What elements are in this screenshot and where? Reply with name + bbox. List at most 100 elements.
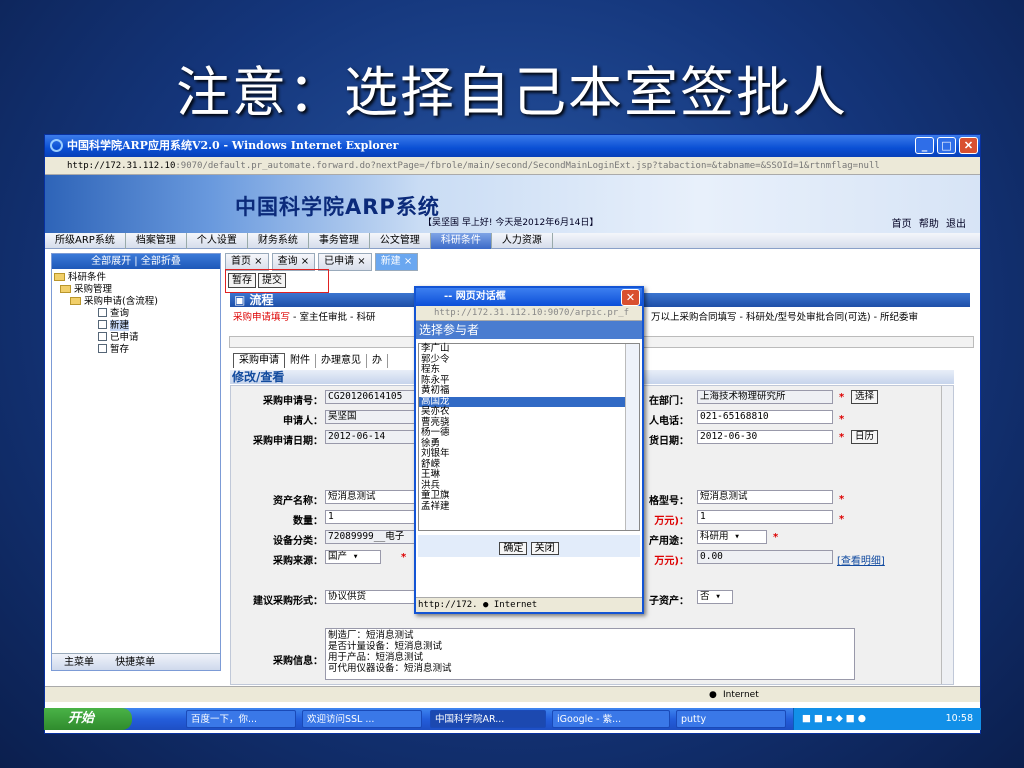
list-item[interactable]: 徐勇 (419, 438, 639, 450)
list-scrollbar[interactable] (625, 344, 639, 530)
list-item[interactable]: 王琳 (419, 469, 639, 481)
menu-item[interactable]: 公文管理 (370, 233, 431, 249)
status-zone: Internet (723, 690, 759, 700)
taskbar-item[interactable]: 百度一下，你... (186, 710, 296, 728)
tree-item[interactable]: 已申请 (54, 332, 220, 344)
purchase-info-textarea[interactable]: 制造厂：短消息测试 是否计量设备：短消息测试 用于产品：短消息测试 可代用仪器设备：短… (325, 628, 855, 680)
taskbar-item-active[interactable]: 中国科学院AR... (430, 710, 546, 728)
list-item[interactable]: 刘银年 (419, 448, 639, 460)
taskbar-item[interactable]: putty (676, 710, 786, 728)
close-button[interactable]: ✕ (959, 137, 978, 154)
participant-list[interactable]: 李广山 郭少令 程东 陈永平 黄初福 高国龙 吴亦农 曹亮骁 杨一德 徐勇 刘银… (418, 343, 640, 531)
applicant-label: 申请人： (283, 416, 323, 427)
list-item[interactable]: 舒嵘 (419, 459, 639, 471)
menu-switch: 主菜单 快捷菜单 (52, 653, 220, 670)
maximize-button[interactable]: □ (937, 137, 956, 154)
list-item[interactable]: 黄初福 (419, 385, 639, 397)
list-item[interactable]: 洪兵 (419, 480, 639, 492)
list-item[interactable]: 李广山 (419, 343, 639, 355)
dialog-close-button[interactable]: 关闭 (530, 542, 559, 555)
method-select[interactable]: 协议供货 (325, 590, 415, 604)
tree-item[interactable]: 暂存 (54, 344, 220, 356)
window-titlebar[interactable]: 中国科学院ARP应用系统V2.0 - Windows Internet Expl… (45, 135, 980, 157)
list-item[interactable]: 童卫旗 (419, 490, 639, 502)
phone-field[interactable]: 021-65168810 (697, 410, 833, 424)
form-scrollbar[interactable] (941, 386, 953, 684)
apply-no-field: CG20120614105 (325, 390, 415, 404)
required-mark: * (839, 432, 845, 443)
save-draft-button[interactable]: 暂存 (228, 273, 256, 288)
dialog-close-icon[interactable]: ✕ (621, 289, 640, 306)
slide-title: 注意：选择自己本室签批人 (176, 61, 848, 124)
easset-select[interactable]: 否 ▾ (697, 590, 733, 604)
asset-label: 资产名称： (273, 496, 323, 507)
list-item-selected[interactable]: 高国龙 (419, 396, 639, 407)
dialog-status: http://172. ● Internet (416, 597, 642, 612)
list-item[interactable]: 曹亮骁 (419, 417, 639, 429)
main-menu-tab[interactable]: 主菜单 (64, 657, 94, 668)
left-nav: 全部展开 | 全部折叠 科研条件 采购管理 采购申请(含流程) 查询 新建 已申… (51, 253, 221, 671)
list-item[interactable]: 陈永平 (419, 375, 639, 387)
menu-item[interactable]: 事务管理 (309, 233, 370, 249)
dialog-buttons: 确定 关闭 (418, 535, 640, 557)
list-item[interactable]: 郭少令 (419, 354, 639, 366)
menu-item[interactable]: 人力资源 (492, 233, 553, 249)
tray-icons[interactable]: ■ ■ ▪ ◆ ■ ● (802, 713, 866, 724)
list-item[interactable]: 孟祥建 (419, 501, 639, 513)
amount-field[interactable]: 1 (697, 510, 833, 524)
tree-item[interactable]: 采购管理 (54, 284, 220, 296)
tree-item[interactable]: 采购申请(含流程) (54, 296, 220, 308)
required-mark: * (401, 552, 407, 563)
total-field: 0.00 (697, 550, 833, 564)
tab-new[interactable]: 新建 × (374, 253, 419, 271)
calendar-button[interactable]: 日历 (851, 430, 879, 444)
page-tabs: 首页 × 查询 × 已申请 × 新建 × (225, 253, 976, 271)
dialog-title[interactable]: -- 网页对话框 (416, 288, 642, 306)
user-greeting: 【吴坚国 早上好! 今天是2012年6月14日】 (423, 218, 599, 228)
list-item[interactable]: 杨一德 (419, 427, 639, 439)
menu-item[interactable]: 财务系统 (248, 233, 309, 249)
expand-collapse[interactable]: 全部展开 | 全部折叠 (52, 254, 220, 269)
menu-item[interactable]: 档案管理 (126, 233, 187, 249)
qty-field[interactable]: 1 (325, 510, 415, 524)
tab-purchase-apply[interactable]: 采购申请 (233, 353, 285, 368)
quick-menu-tab[interactable]: 快捷菜单 (115, 657, 155, 668)
address-host: http://172.31.112.10 (67, 161, 176, 171)
address-bar[interactable]: http://172.31.112.10:9070/default.pr_aut… (45, 157, 980, 175)
start-button[interactable]: 开始 (44, 708, 132, 730)
tab-attachments[interactable]: 附件 (285, 354, 316, 368)
tab-opinions[interactable]: 办理意见 (316, 354, 367, 368)
apply-date-field: 2012-06-14 (325, 430, 415, 444)
tab-more[interactable]: 办 (367, 354, 388, 368)
source-select[interactable]: 国产 ▾ (325, 550, 381, 564)
select-dept-button[interactable]: 选择 (851, 390, 879, 404)
category-field[interactable]: 72089999__电子 (325, 530, 415, 544)
delivery-date-field[interactable]: 2012-06-30 (697, 430, 833, 444)
tree-item[interactable]: 科研条件 (54, 272, 220, 284)
required-mark: * (839, 414, 845, 425)
minimize-button[interactable]: _ (915, 137, 934, 154)
submit-button[interactable]: 提交 (258, 273, 286, 288)
header-links[interactable]: 首页 帮助 退出 (892, 215, 966, 230)
taskbar-item[interactable]: 欢迎访问SSL ... (302, 710, 422, 728)
system-tray: ■ ■ ▪ ◆ ■ ● 10:58 (793, 708, 981, 730)
ie-logo-icon (50, 139, 63, 152)
asset-field[interactable]: 短消息测试 (325, 490, 415, 504)
usage-select[interactable]: 科研用 ▾ (697, 530, 767, 544)
folder-icon (54, 273, 65, 281)
menu-item[interactable]: 个人设置 (187, 233, 248, 249)
tree-item-selected[interactable]: 新建 (54, 320, 220, 332)
menu-item[interactable]: 所级ARP系统 (45, 233, 126, 249)
nav-tree: 科研条件 采购管理 采购申请(含流程) 查询 新建 已申请 暂存 (52, 269, 220, 356)
view-detail-link[interactable]: [查看明细] (837, 552, 885, 567)
spec-field[interactable]: 短消息测试 (697, 490, 833, 504)
taskbar-item[interactable]: iGoogle - 紫... (552, 710, 670, 728)
tree-item[interactable]: 查询 (54, 308, 220, 320)
ie-status-bar: ● Internet (45, 686, 980, 702)
folder-icon (60, 285, 71, 293)
list-item[interactable]: 吴亦农 (419, 406, 639, 418)
menu-item-active[interactable]: 科研条件 (430, 233, 492, 249)
list-item[interactable]: 程东 (419, 364, 639, 376)
windows-taskbar: 开始 百度一下，你... 欢迎访问SSL ... 中国科学院AR... iGoo… (44, 708, 981, 730)
ok-button[interactable]: 确定 (499, 542, 528, 555)
